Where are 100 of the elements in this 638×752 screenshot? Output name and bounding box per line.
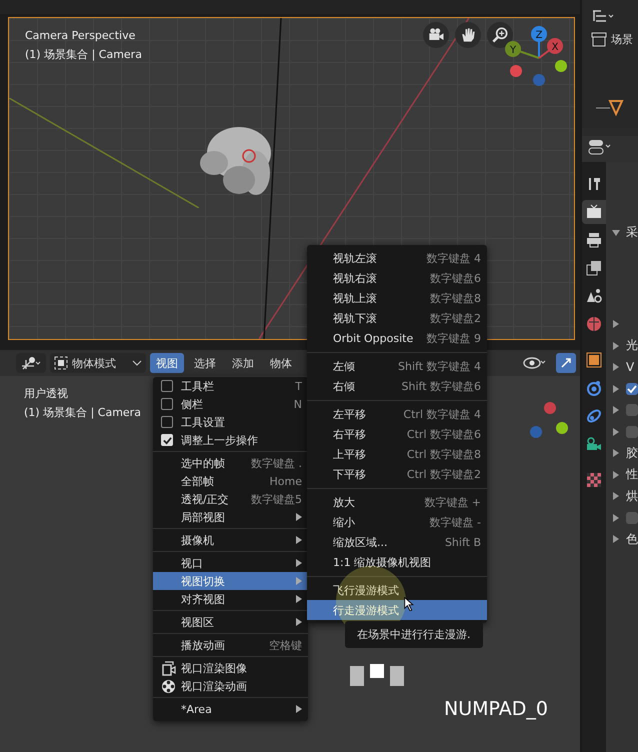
shortcut-text: 数字键盘8	[430, 290, 481, 306]
menu-item[interactable]: 视口	[153, 554, 308, 572]
menu-button[interactable]: 添加	[226, 353, 260, 373]
viewport-title: 用户透视	[24, 386, 68, 402]
shortcut-text: Shift 数字键盘 4	[398, 358, 481, 374]
menu-item[interactable]: 视口渲染动画	[153, 677, 308, 695]
menu-item[interactable]: *Area	[153, 700, 308, 718]
section-label[interactable]: 胶	[626, 444, 638, 462]
checkbox[interactable]	[626, 426, 638, 438]
menu-item[interactable]: 右平移 Ctrl 数字键盘6	[307, 424, 487, 444]
menu-item[interactable]: 1:1 缩放摄像机视图	[307, 552, 487, 572]
key-indicator-icon	[350, 664, 404, 688]
checkbox[interactable]	[626, 404, 638, 416]
hand-icon[interactable]	[455, 22, 481, 48]
menu-item[interactable]: 调整上一步操作	[153, 431, 308, 449]
eye-icon[interactable]	[522, 355, 548, 371]
menu-item[interactable]: 视口渲染图像	[153, 659, 308, 677]
disclosure-triangle-icon[interactable]	[612, 492, 620, 500]
menu-item[interactable]: 飞行漫游模式	[307, 580, 487, 600]
shortcut-text: N	[294, 398, 302, 410]
image-icon	[161, 660, 176, 676]
disclosure-triangle-icon[interactable]	[612, 449, 620, 458]
axis-handle[interactable]: X	[538, 38, 563, 59]
checkbox[interactable]	[161, 398, 173, 410]
menu-item[interactable]: 播放动画 空格键	[153, 636, 308, 654]
menu-item[interactable]: 右倾 Shift 数字键盘6	[307, 376, 487, 396]
editor-type-button[interactable]	[16, 353, 46, 373]
outliner-item[interactable]: 场景	[611, 32, 633, 46]
menu-item[interactable]: 缩小 数字键盘 -	[307, 512, 487, 532]
disclosure-triangle-icon[interactable]	[612, 406, 620, 414]
disclosure-triangle-icon[interactable]	[612, 363, 620, 372]
disclosure-triangle-icon[interactable]	[612, 470, 620, 479]
shortcut-text: Shift 数字键盘6	[402, 378, 481, 394]
viewport-subtitle: (1) 场景集合 | Camera	[24, 405, 141, 421]
viewport-subtitle: (1) 场景集合 | Camera	[25, 47, 142, 63]
shortcut-text: 空格键	[269, 638, 302, 652]
menu-item[interactable]: 工具设置	[153, 413, 308, 431]
shortcut-text: 数字键盘5	[251, 492, 302, 506]
menu-button[interactable]: 选择	[188, 353, 222, 373]
shortcut-text: Ctrl 数字键盘6	[406, 426, 481, 442]
arrows-icon	[560, 357, 572, 369]
shortcut-text: 数字键盘2	[430, 310, 481, 326]
menu-button[interactable]: 视图	[150, 353, 184, 373]
checkbox[interactable]	[161, 416, 173, 428]
menu-item[interactable]: 对齐视图	[153, 590, 308, 608]
viewport-title: Camera Perspective	[25, 28, 136, 44]
menu-item[interactable]: 下平移 Ctrl 数字键盘2	[307, 464, 487, 484]
section-label[interactable]: 色	[626, 530, 638, 548]
menu-item[interactable]: 局部视图	[153, 508, 308, 526]
shortcut-text: Ctrl 数字键盘2	[406, 466, 481, 482]
gizmo-toggle-button[interactable]	[556, 353, 576, 373]
axis-gizmo[interactable]: Z Y X	[499, 24, 569, 94]
section-label[interactable]: V	[626, 360, 634, 374]
menu-item[interactable]: 摄像机	[153, 531, 308, 549]
menu-item[interactable]: 选中的帧 数字键盘 .	[153, 454, 308, 472]
disclosure-triangle-icon[interactable]	[612, 342, 620, 350]
shortcut-text: Ctrl 数字键盘8	[406, 446, 481, 462]
checkmark-icon	[627, 384, 637, 394]
shortcut-text: T	[295, 380, 302, 392]
section-label[interactable]: 采	[626, 224, 638, 242]
menu-item[interactable]: 视轨上滚 数字键盘8	[307, 288, 487, 308]
disclosure-triangle-icon[interactable]	[612, 384, 620, 393]
menu-item[interactable]: 视轨左滚 数字键盘 4	[307, 248, 487, 268]
checkbox[interactable]	[626, 382, 638, 395]
disclosure-triangle-icon[interactable]	[612, 428, 620, 436]
shortcut-text: Home	[270, 474, 302, 488]
properties-tab[interactable]	[582, 200, 606, 224]
menu-item[interactable]: 全部帧 Home	[153, 472, 308, 490]
shortcut-text: 数字键盘 -	[430, 514, 481, 530]
checkbox[interactable]	[161, 380, 173, 392]
menu-item[interactable]: 透视/正交 数字键盘5	[153, 490, 308, 508]
disclosure-triangle-icon[interactable]	[612, 514, 620, 522]
menu-item[interactable]: 左平移 Ctrl 数字键盘 4	[307, 404, 487, 424]
mode-dropdown[interactable]: 物体模式	[50, 353, 146, 373]
mouse-cursor-icon	[404, 597, 414, 611]
menu-item[interactable]: 视轨下滚 数字键盘2	[307, 308, 487, 328]
menu-item[interactable]: 视轨右滚 数字键盘6	[307, 268, 487, 288]
section-label[interactable]: 性	[626, 466, 638, 484]
menu-item[interactable]: 视图区	[153, 613, 308, 631]
menu-item[interactable]: 缩放区域... Shift B	[307, 532, 487, 552]
checkbox[interactable]	[626, 512, 638, 524]
axis-handle[interactable]: Y	[505, 41, 540, 59]
disclosure-triangle-icon[interactable]	[612, 535, 620, 544]
disclosure-triangle-icon[interactable]	[612, 228, 620, 237]
menu-item[interactable]: 视图切换	[153, 572, 308, 590]
film-reel-icon	[161, 678, 176, 694]
section-label[interactable]: 光	[626, 337, 638, 354]
menu-item[interactable]: 放大 数字键盘 +	[307, 492, 487, 512]
menu-item[interactable]: 上平移 Ctrl 数字键盘8	[307, 444, 487, 464]
shortcut-text: Shift B	[444, 536, 481, 548]
tooltip: 在场景中进行行走漫游.	[345, 621, 482, 648]
camera-icon[interactable]	[423, 22, 449, 48]
section-label[interactable]: 烘	[626, 488, 638, 505]
menu-item[interactable]: 工具栏 T	[153, 377, 308, 395]
menu-item[interactable]: 左倾 Shift 数字键盘 4	[307, 356, 487, 376]
shortcut-text: 数字键盘 4	[426, 250, 481, 266]
shortcut-text: 数字键盘 +	[424, 494, 481, 510]
disclosure-triangle-icon[interactable]	[612, 320, 620, 328]
menu-button[interactable]: 物体	[264, 353, 298, 373]
menu-item[interactable]: 侧栏 N	[153, 395, 308, 413]
